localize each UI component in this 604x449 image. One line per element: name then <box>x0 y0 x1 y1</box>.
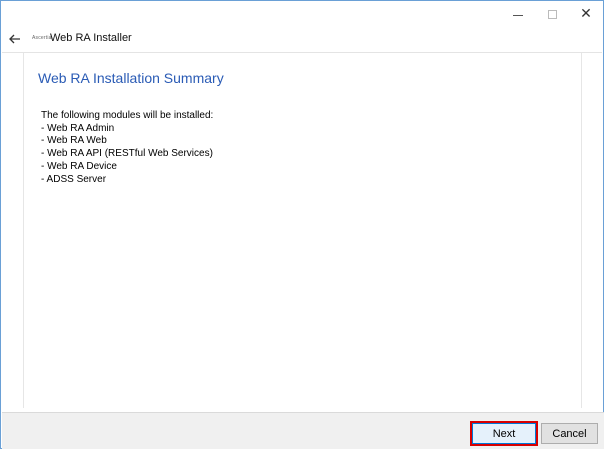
app-logo: Ascertia <box>32 35 52 41</box>
close-icon: ✕ <box>580 6 592 22</box>
footer-bar: Next Cancel <box>2 412 604 449</box>
list-item: - Web RA API (RESTful Web Services) <box>41 148 213 160</box>
window-title: Web RA Installer <box>50 32 132 44</box>
minimize-button[interactable] <box>501 1 535 27</box>
list-item: - Web RA Admin <box>41 122 115 134</box>
cancel-button[interactable]: Cancel <box>541 423 598 444</box>
minimize-icon <box>513 14 523 16</box>
content-panel: Web RA Installation Summary The followin… <box>23 53 582 408</box>
list-item: - ADSS Server <box>41 173 107 185</box>
back-arrow-icon[interactable] <box>8 31 22 47</box>
installer-window: ✕ Ascertia Web RA Installer Web RA Insta… <box>0 0 604 449</box>
list-item: - Web RA Device <box>41 160 117 172</box>
maximize-icon <box>547 9 557 19</box>
close-button[interactable]: ✕ <box>569 1 603 27</box>
next-button[interactable]: Next <box>472 423 536 444</box>
summary-text: The following modules will be installed:… <box>41 110 213 186</box>
maximize-button[interactable] <box>535 1 569 27</box>
page-title: Web RA Installation Summary <box>38 70 224 86</box>
module-list: - Web RA Admin - Web RA Web - Web RA API… <box>41 123 213 187</box>
summary-intro: The following modules will be installed: <box>41 110 214 121</box>
caption-buttons: ✕ <box>501 1 603 27</box>
header-row: Ascertia Web RA Installer <box>1 29 603 51</box>
list-item: - Web RA Web <box>41 135 107 147</box>
